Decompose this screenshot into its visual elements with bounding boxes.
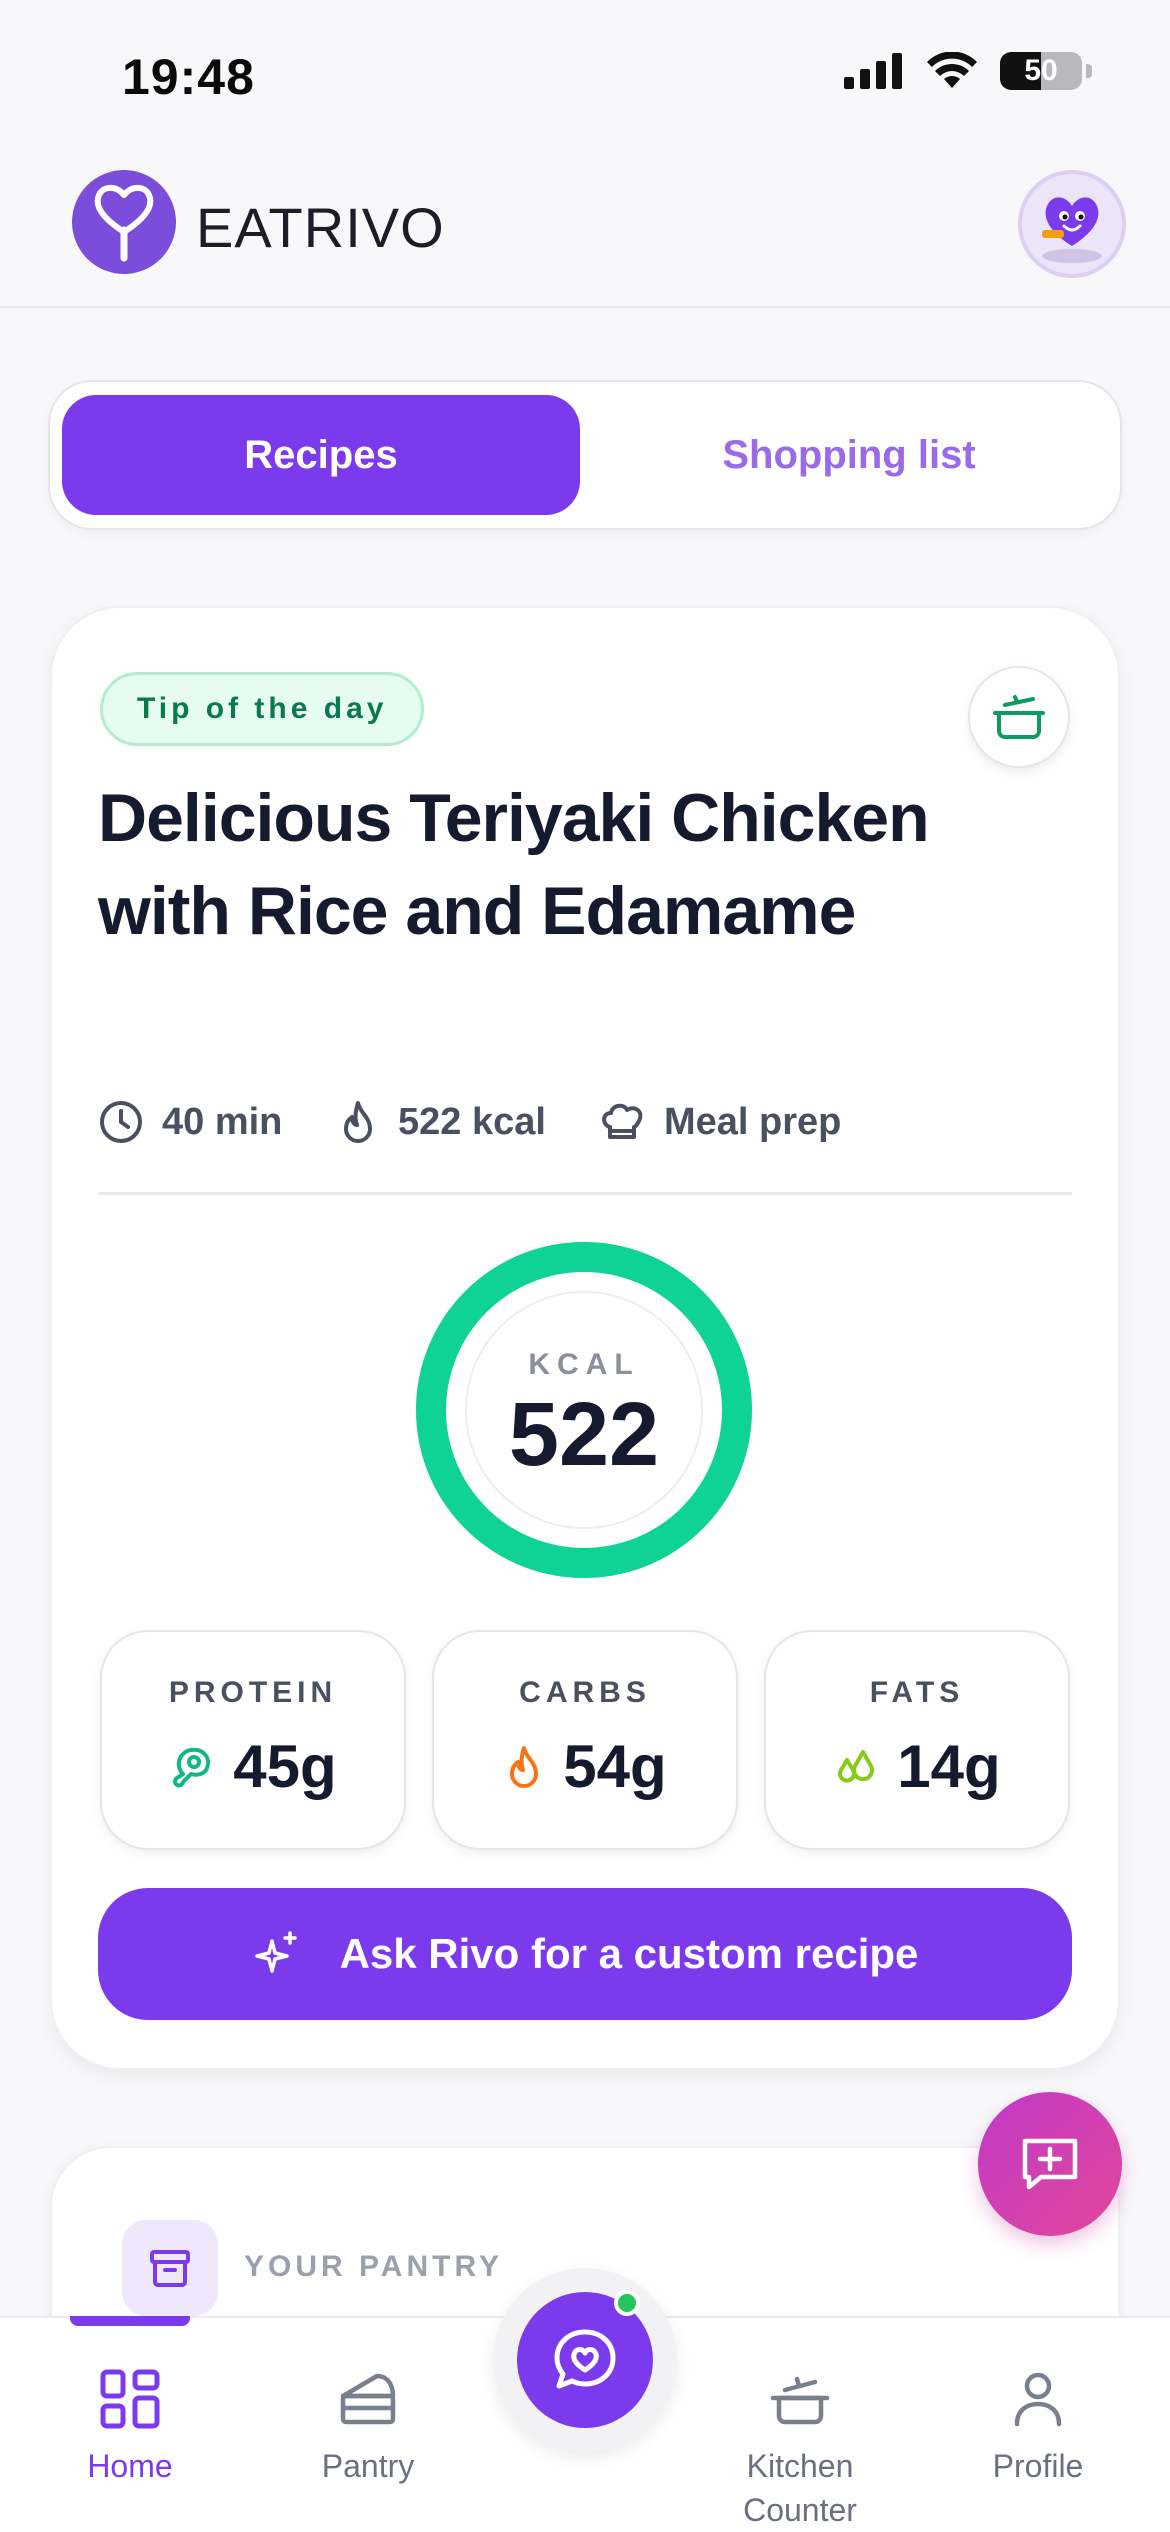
flame-icon <box>510 1745 539 1788</box>
clock-icon <box>100 1101 142 1143</box>
recipe-category: Meal prep <box>598 1094 841 1150</box>
macro-carbs-label: CARBS <box>519 1676 651 1709</box>
new-chat-button[interactable] <box>978 2092 1122 2236</box>
battery-icon: 50 <box>1000 52 1082 90</box>
heart-spoon-icon <box>94 184 154 262</box>
status-time: 19:48 <box>122 49 255 105</box>
pantry-icon-box <box>122 2220 218 2316</box>
tab-recipes[interactable]: Recipes <box>62 395 580 515</box>
kcal-label: KCAL <box>528 1348 640 1381</box>
recipe-time: 40 min <box>98 1094 282 1150</box>
tab-shopping-list[interactable]: Shopping list <box>590 395 1108 515</box>
recipe-category-label: Meal prep <box>664 1100 842 1143</box>
droplets-icon <box>838 1749 875 1783</box>
recipe-time-label: 40 min <box>162 1100 283 1143</box>
nav-pantry-label: Pantry <box>321 2448 415 2484</box>
nav-home-label: Home <box>87 2448 173 2484</box>
battery-tip <box>1086 64 1092 78</box>
nav-kitchen-counter[interactable]: Kitchen Counter <box>700 2368 900 2532</box>
grid-icon <box>100 2369 160 2429</box>
macro-fats-value: 14g <box>897 1733 1001 1800</box>
recipe-kcal-label: 522 kcal <box>398 1100 546 1143</box>
sparkles-icon <box>254 1931 297 1973</box>
nav-pantry[interactable]: Pantry <box>268 2368 468 2488</box>
cook-recipe-button[interactable] <box>968 666 1070 768</box>
mascot-icon <box>1042 197 1102 263</box>
wifi-icon <box>927 52 977 88</box>
signal-icon <box>844 53 902 89</box>
pantry-label: YOUR PANTRY <box>244 2250 504 2283</box>
meat-icon <box>173 1747 211 1787</box>
message-plus-icon <box>1022 2138 1078 2190</box>
card-divider <box>98 1192 1072 1195</box>
app-logo[interactable] <box>72 170 176 274</box>
header-divider <box>0 306 1170 308</box>
avatar[interactable] <box>1018 170 1126 278</box>
archive-icon <box>150 2250 190 2287</box>
ask-rivo-label: Ask Rivo for a custom recipe <box>339 1930 919 1977</box>
macro-carbs: CARBS 54g <box>432 1630 738 1850</box>
macro-carbs-value: 54g <box>563 1733 667 1800</box>
recipe-title: Delicious Teriyaki Chicken with Rice and… <box>98 780 930 949</box>
cooking-pot-icon <box>770 2376 830 2425</box>
status-indicators: 50 <box>844 52 1092 90</box>
macro-protein: PROTEIN 45g <box>100 1630 406 1850</box>
cake-icon <box>340 2373 396 2425</box>
heart-chat-icon <box>554 2329 616 2389</box>
kcal-value: 522 <box>508 1385 660 1485</box>
flame-outline-icon <box>344 1101 372 1143</box>
user-icon <box>1014 2372 1062 2427</box>
ask-rivo-button[interactable]: Ask Rivo for a custom recipe <box>98 1888 1072 2020</box>
macro-protein-value: 45g <box>233 1733 337 1800</box>
nav-kitchen-counter-label: Kitchen Counter <box>743 2448 857 2528</box>
tip-of-the-day-badge: Tip of the day <box>100 672 425 746</box>
nav-home[interactable]: Home <box>30 2368 230 2488</box>
chef-hat-icon <box>602 1103 643 1139</box>
macro-protein-label: PROTEIN <box>168 1676 338 1709</box>
macro-fats: FATS 14g <box>764 1630 1070 1850</box>
nav-profile[interactable]: Profile <box>938 2368 1138 2488</box>
nav-profile-label: Profile <box>992 2448 1084 2484</box>
online-status-dot <box>614 2290 640 2316</box>
battery-level: 50 <box>1024 54 1058 87</box>
brand-name: EATRIVO <box>196 196 445 259</box>
macro-fats-label: FATS <box>869 1676 965 1709</box>
recipe-kcal: 522 kcal <box>336 1094 546 1150</box>
active-tab-indicator <box>70 2316 190 2326</box>
cooking-pot-icon <box>993 695 1045 739</box>
